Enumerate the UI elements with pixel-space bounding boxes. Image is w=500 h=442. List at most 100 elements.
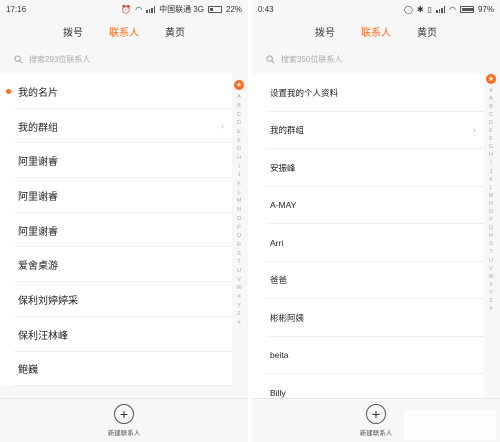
- index-letter[interactable]: F: [489, 137, 492, 143]
- star-icon[interactable]: ★: [486, 74, 496, 84]
- list-item[interactable]: Arri: [252, 224, 484, 262]
- list-item[interactable]: beita: [252, 337, 484, 375]
- list-item[interactable]: 鲍巍: [0, 352, 232, 387]
- index-letter[interactable]: Q: [237, 234, 241, 240]
- contact-name: 保利刘婷婷采: [18, 295, 78, 307]
- index-letter[interactable]: U: [237, 268, 241, 275]
- my-groups-row[interactable]: 我的群组 ›: [0, 109, 232, 144]
- alphabet-index[interactable]: ★ A B C D E F G H I J K L M N O P Q R S T U V W X Y Z #: [232, 80, 246, 327]
- index-letter[interactable]: E: [237, 129, 241, 136]
- index-letter[interactable]: D: [237, 121, 241, 127]
- index-letter[interactable]: J: [238, 173, 241, 179]
- index-letter[interactable]: G: [489, 145, 493, 151]
- index-letter[interactable]: I: [238, 164, 240, 171]
- index-letter[interactable]: R: [489, 234, 493, 240]
- add-contact-button[interactable]: +: [366, 404, 386, 424]
- alphabet-index[interactable]: ★ # A B C D E F G H I J K L M N O P Q R S T U V W X Y Z #: [484, 74, 498, 313]
- add-contact-button[interactable]: +: [114, 404, 134, 424]
- index-letter[interactable]: X: [237, 294, 241, 301]
- carrier-label: 中国联通 3G: [159, 4, 204, 14]
- index-letter[interactable]: V: [489, 266, 493, 273]
- list-item[interactable]: 阿里谢睿: [0, 143, 232, 178]
- index-letter[interactable]: M: [489, 193, 494, 200]
- index-letter[interactable]: L: [237, 190, 240, 197]
- index-letter[interactable]: #: [489, 88, 492, 95]
- index-letter[interactable]: H: [489, 153, 493, 159]
- index-letter[interactable]: B: [489, 104, 493, 111]
- list-item[interactable]: 阿里谢睿: [0, 178, 232, 213]
- search-placeholder: 搜索293位联系人: [29, 54, 91, 64]
- my-groups-row[interactable]: 我的群组 ›: [252, 112, 484, 150]
- index-letter[interactable]: B: [237, 103, 241, 110]
- index-letter[interactable]: K: [237, 182, 241, 188]
- contacts-screen-left: 17:16 ⏰ ◠ 中国联通 3G 22% 拨号 联系人 黄页 搜索293位联系…: [0, 0, 248, 442]
- index-letter[interactable]: S: [489, 242, 493, 248]
- index-letter[interactable]: O: [489, 209, 493, 216]
- index-letter[interactable]: U: [489, 258, 493, 265]
- index-letter[interactable]: I: [490, 161, 492, 167]
- star-icon[interactable]: ★: [234, 80, 244, 90]
- index-letter[interactable]: L: [489, 185, 492, 192]
- index-letter[interactable]: Z: [489, 299, 492, 305]
- search-bar[interactable]: 搜索293位联系人: [0, 44, 248, 74]
- contacts-screen-right: 0:43 ◯ ✱ ▯ ◠ 97% 拨号 联系人 黄页 搜索350位联系人 设置我…: [252, 0, 500, 442]
- index-letter[interactable]: #: [489, 307, 492, 313]
- list-item[interactable]: 彬彬阿姨: [252, 299, 484, 337]
- index-letter[interactable]: Q: [489, 226, 493, 232]
- wifi-icon: ◠: [449, 4, 456, 14]
- index-letter[interactable]: T: [489, 250, 492, 256]
- index-letter[interactable]: E: [489, 129, 493, 135]
- contact-name: 彬彬阿姨: [270, 312, 305, 323]
- index-letter[interactable]: H: [237, 155, 241, 162]
- tab-bar: 拨号 联系人 黄页: [0, 18, 248, 44]
- index-letter[interactable]: N: [237, 208, 241, 214]
- index-letter[interactable]: F: [237, 138, 240, 145]
- index-letter[interactable]: A: [237, 95, 241, 101]
- list-item[interactable]: 安振峰: [252, 149, 484, 187]
- index-letter[interactable]: R: [237, 242, 241, 249]
- index-letter[interactable]: M: [237, 199, 242, 205]
- list-item[interactable]: 阿里谢睿: [0, 213, 232, 248]
- index-letter[interactable]: C: [489, 112, 493, 119]
- index-letter[interactable]: P: [237, 225, 241, 232]
- index-letter[interactable]: G: [237, 147, 241, 153]
- list-item[interactable]: A-MAY: [252, 187, 484, 225]
- index-letter[interactable]: J: [490, 169, 493, 176]
- index-letter[interactable]: V: [237, 277, 241, 284]
- index-letter[interactable]: W: [236, 286, 241, 292]
- contact-name: 安振峰: [270, 162, 296, 173]
- index-letter[interactable]: C: [237, 112, 241, 119]
- tab-yellow-pages[interactable]: 黄页: [165, 24, 185, 39]
- index-letter[interactable]: K: [489, 177, 493, 184]
- my-card-row[interactable]: 我的名片: [0, 74, 232, 109]
- list-item[interactable]: 爸爸: [252, 262, 484, 300]
- list-item[interactable]: 保利汪林峰: [0, 317, 232, 352]
- list-item[interactable]: 保利刘婷婷采: [0, 282, 232, 317]
- index-letter[interactable]: A: [489, 96, 493, 103]
- index-letter[interactable]: #: [237, 321, 240, 327]
- set-profile-row[interactable]: 设置我的个人资料: [252, 74, 484, 112]
- index-letter[interactable]: Y: [489, 290, 493, 297]
- contact-name: 设置我的个人资料: [270, 87, 339, 98]
- tab-dialer[interactable]: 拨号: [63, 24, 83, 39]
- index-letter[interactable]: W: [488, 274, 493, 281]
- index-letter[interactable]: T: [237, 260, 240, 266]
- index-letter[interactable]: X: [489, 282, 493, 289]
- dnd-icon: ◯: [403, 4, 413, 14]
- index-letter[interactable]: Y: [237, 303, 241, 310]
- tab-dialer[interactable]: 拨号: [315, 24, 335, 39]
- list-item[interactable]: 爱舍桌游: [0, 247, 232, 282]
- chevron-right-icon: ›: [472, 124, 476, 136]
- tab-contacts[interactable]: 联系人: [109, 24, 139, 39]
- tab-contacts[interactable]: 联系人: [361, 24, 391, 39]
- index-letter[interactable]: S: [237, 251, 241, 258]
- search-bar[interactable]: 搜索350位联系人: [252, 44, 500, 74]
- contact-name: 爱舍桌游: [18, 261, 58, 273]
- index-letter[interactable]: P: [489, 218, 493, 224]
- tab-yellow-pages[interactable]: 黄页: [417, 24, 437, 39]
- index-letter[interactable]: O: [237, 216, 241, 223]
- index-letter[interactable]: N: [489, 201, 493, 208]
- index-letter[interactable]: D: [489, 120, 493, 127]
- contact-name: A-MAY: [270, 200, 297, 211]
- index-letter[interactable]: Z: [237, 312, 240, 318]
